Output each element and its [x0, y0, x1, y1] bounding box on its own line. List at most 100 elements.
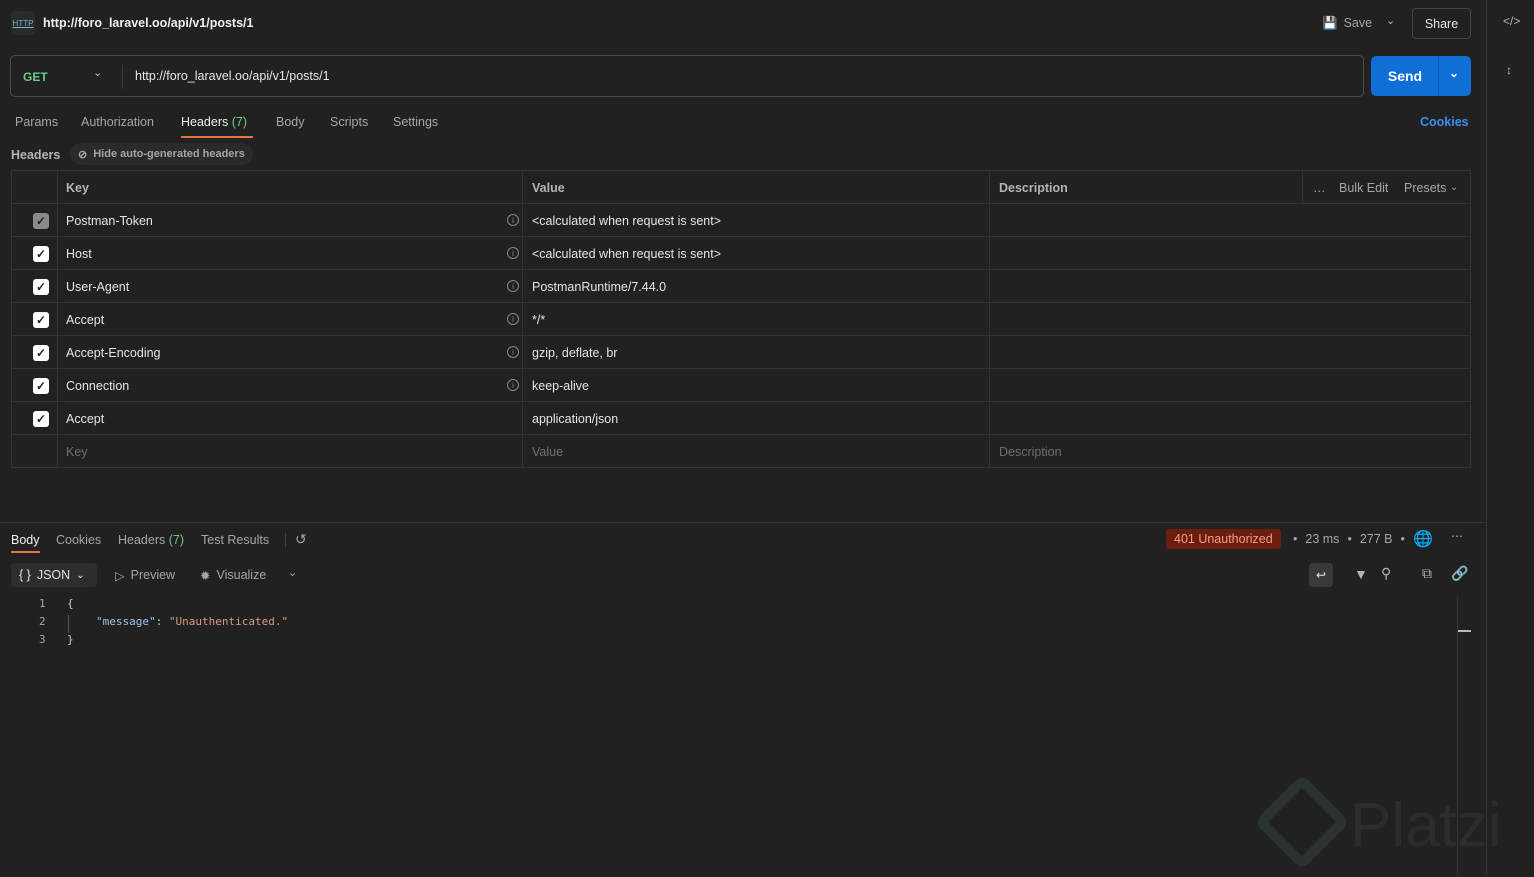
- link-icon[interactable]: 🔗: [1451, 565, 1468, 582]
- more-options-icon[interactable]: ⋯: [1451, 529, 1463, 543]
- info-icon[interactable]: i: [507, 214, 519, 226]
- code-icon[interactable]: </>: [1503, 14, 1520, 28]
- checkmark-icon: ✓: [33, 344, 49, 361]
- more-options-icon[interactable]: …: [1304, 171, 1326, 204]
- header-value[interactable]: <calculated when request is sent>: [523, 204, 721, 237]
- header-description[interactable]: [990, 270, 1470, 303]
- info-icon[interactable]: i: [507, 379, 519, 391]
- checkmark-icon: ✓: [33, 311, 49, 328]
- code-text: }: [67, 633, 74, 646]
- header-key[interactable]: Accept: [57, 402, 104, 435]
- checkmark-icon: ✓: [33, 245, 49, 262]
- code-line: 3}: [0, 633, 1450, 651]
- checkmark-icon: ✓: [33, 278, 49, 295]
- history-icon[interactable]: ↺: [295, 531, 307, 548]
- header-value[interactable]: gzip, deflate, br: [523, 336, 617, 369]
- header-value[interactable]: */*: [523, 303, 545, 336]
- info-icon[interactable]: i: [507, 346, 519, 358]
- response-body-editor[interactable]: 1{ 2 "message": "Unauthenticated." 3}: [0, 597, 1450, 651]
- status-badge[interactable]: 401 Unauthorized: [1166, 529, 1281, 549]
- table-row: ✓ Accept application/json: [12, 402, 1470, 435]
- info-icon[interactable]: i: [507, 313, 519, 325]
- search-icon[interactable]: ⚲: [1381, 565, 1391, 582]
- url-input[interactable]: http://foro_laravel.oo/api/v1/posts/1: [135, 69, 330, 83]
- indent-guide: [68, 615, 69, 633]
- header-description[interactable]: [990, 303, 1470, 336]
- preview-button[interactable]: ▷ Preview: [115, 568, 175, 583]
- headers-table: Key Value Description … Bulk Edit Preset…: [11, 170, 1471, 468]
- top-bar: HTTP http://foro_laravel.oo/api/v1/posts…: [0, 0, 1486, 47]
- copy-icon[interactable]: ⧉: [1422, 565, 1432, 582]
- new-description-input[interactable]: Description: [990, 435, 1062, 468]
- share-button[interactable]: Share: [1412, 8, 1471, 39]
- tab-scripts[interactable]: Scripts: [330, 115, 368, 129]
- header-enabled-checkbox[interactable]: ✓: [33, 303, 49, 336]
- header-key[interactable]: Host: [57, 237, 92, 270]
- line-number: 1: [39, 597, 46, 610]
- wrap-lines-icon[interactable]: ↩: [1309, 563, 1333, 587]
- column-description: Description: [999, 180, 1068, 195]
- info-icon[interactable]: i: [507, 247, 519, 259]
- globe-icon[interactable]: 🌐: [1413, 529, 1433, 549]
- new-header-row: Key Value Description: [12, 435, 1470, 468]
- collapse-icon[interactable]: ↕: [1506, 63, 1512, 77]
- header-value[interactable]: <calculated when request is sent>: [523, 237, 721, 270]
- info-icon[interactable]: i: [507, 280, 519, 292]
- method-chevron-icon[interactable]: ⌄: [93, 66, 102, 79]
- save-button[interactable]: 💾 Save: [1322, 16, 1372, 31]
- header-description[interactable]: [990, 237, 1470, 270]
- header-key[interactable]: Connection: [57, 369, 129, 402]
- header-key[interactable]: User-Agent: [57, 270, 129, 303]
- filter-icon[interactable]: ▼: [1354, 566, 1368, 582]
- tab-authorization[interactable]: Authorization: [81, 115, 154, 129]
- response-tab-test-results[interactable]: Test Results: [201, 533, 269, 547]
- header-enabled-checkbox[interactable]: ✓: [33, 369, 49, 402]
- send-button[interactable]: Send ⌄: [1371, 56, 1471, 96]
- response-tab-body[interactable]: Body: [11, 533, 40, 547]
- cookies-link[interactable]: Cookies: [1420, 115, 1469, 129]
- tab-params[interactable]: Params: [15, 115, 58, 129]
- save-options-chevron-icon[interactable]: ⌄: [1386, 14, 1395, 27]
- divider: [57, 171, 58, 467]
- visualize-button[interactable]: ✹ Visualize: [200, 568, 266, 583]
- header-value[interactable]: PostmanRuntime/7.44.0: [523, 270, 666, 303]
- header-description[interactable]: [990, 204, 1470, 237]
- tab-settings[interactable]: Settings: [393, 115, 438, 129]
- visualize-chevron-icon[interactable]: ⌄: [288, 566, 297, 579]
- line-number: 3: [39, 633, 46, 646]
- header-enabled-checkbox[interactable]: ✓: [33, 336, 49, 369]
- new-value-input[interactable]: Value: [523, 435, 563, 468]
- send-options-chevron-icon[interactable]: ⌄: [1449, 66, 1459, 80]
- table-row: ✓ Accept i */*: [12, 303, 1470, 336]
- presets-dropdown[interactable]: Presets ⌄: [1395, 171, 1458, 204]
- method-select[interactable]: GET: [23, 70, 48, 84]
- response-size[interactable]: 277 B: [1360, 532, 1393, 546]
- header-description[interactable]: [990, 402, 1470, 435]
- header-value[interactable]: application/json: [523, 402, 618, 435]
- new-key-input[interactable]: Key: [57, 435, 88, 468]
- header-enabled-checkbox[interactable]: ✓: [33, 237, 49, 270]
- bulk-edit-button[interactable]: Bulk Edit: [1330, 171, 1388, 204]
- response-tab-cookies[interactable]: Cookies: [56, 533, 101, 547]
- header-enabled-checkbox[interactable]: ✓: [33, 402, 49, 435]
- header-description[interactable]: [990, 336, 1470, 369]
- hide-auto-generated-headers-button[interactable]: ⊘ Hide auto-generated headers: [70, 143, 253, 165]
- header-enabled-checkbox[interactable]: ✓: [33, 270, 49, 303]
- visualize-icon: ✹: [200, 569, 211, 583]
- header-key[interactable]: Postman-Token: [57, 204, 153, 237]
- header-key[interactable]: Accept-Encoding: [57, 336, 161, 369]
- header-value[interactable]: keep-alive: [523, 369, 589, 402]
- column-key: Key: [66, 180, 89, 195]
- header-description[interactable]: [990, 369, 1470, 402]
- header-enabled-checkbox[interactable]: ✓: [33, 204, 49, 237]
- dot: •: [1347, 532, 1352, 546]
- code-text: {: [67, 597, 74, 610]
- response-tab-headers[interactable]: Headers (7): [118, 533, 184, 547]
- tab-body[interactable]: Body: [276, 115, 305, 129]
- format-select[interactable]: { } JSON ⌄: [11, 563, 97, 587]
- code-line: 1{: [0, 597, 1450, 615]
- response-time[interactable]: 23 ms: [1305, 532, 1339, 546]
- tab-headers[interactable]: Headers (7): [181, 115, 247, 129]
- header-key[interactable]: Accept: [57, 303, 104, 336]
- json-key: "message": [96, 615, 156, 628]
